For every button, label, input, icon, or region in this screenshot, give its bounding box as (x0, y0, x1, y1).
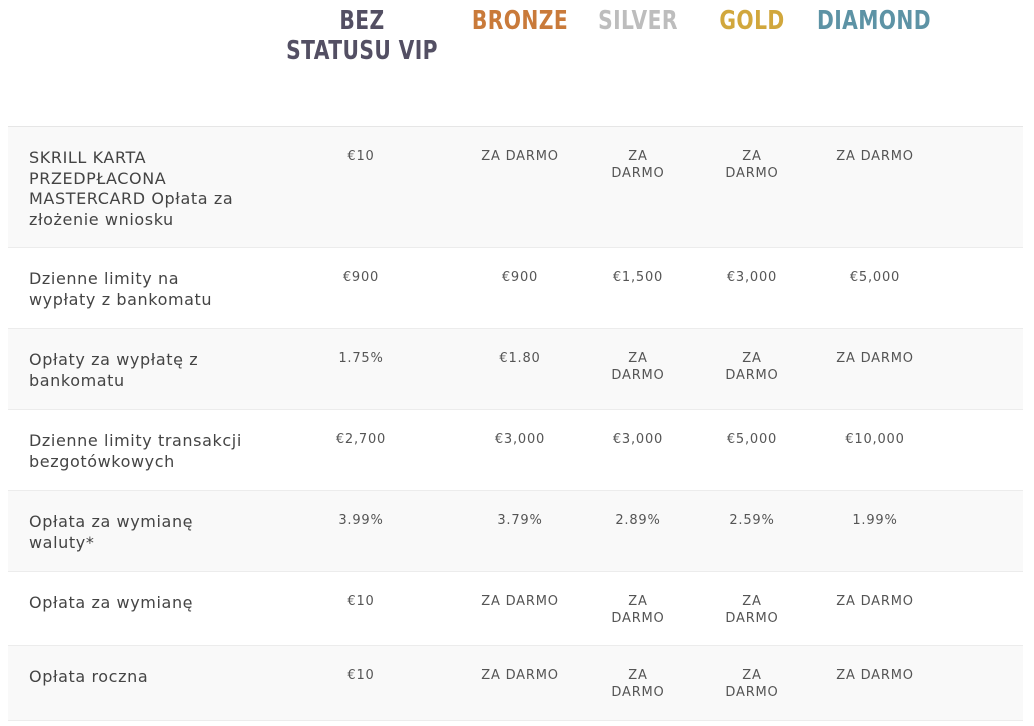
cell-bronze: 3.79% (497, 513, 543, 528)
row-label: SKRILL KARTA PRZEDPŁACONA MASTERCARD Opł… (29, 148, 234, 229)
tier-heading-gold: GOLD (719, 6, 785, 36)
cell-diamond: €5,000 (849, 270, 901, 285)
cell-bronze: €3,000 (494, 432, 546, 447)
cell-bronze: ZA DARMO (481, 149, 559, 164)
table-row: SKRILL KARTA PRZEDPŁACONA MASTERCARD Opł… (8, 127, 1023, 248)
cell-silver: ZA DARMO (611, 594, 665, 626)
cell-no-vip: 3.99% (338, 513, 384, 528)
cell-no-vip: €10 (347, 594, 375, 609)
cell-silver: ZA DARMO (611, 351, 665, 383)
cell-diamond: ZA DARMO (836, 149, 914, 164)
cell-diamond: ZA DARMO (836, 351, 914, 366)
cell-gold: €3,000 (726, 270, 778, 285)
row-label: Opłata za wymianę waluty* (29, 512, 194, 552)
cell-bronze: ZA DARMO (481, 668, 559, 683)
cell-silver: 2.89% (615, 513, 661, 528)
cell-gold: €5,000 (726, 432, 778, 447)
tier-heading-no-vip: BEZ STATUSU VIP (286, 6, 438, 66)
table-row: Dzienne limity na wypłaty z bankomatu €9… (8, 248, 1023, 329)
cell-gold: 2.59% (729, 513, 775, 528)
table-row: Dzienne limity transakcji bezgotówkowych… (8, 410, 1023, 491)
cell-no-vip: €900 (342, 270, 380, 285)
fees-table: SKRILL KARTA PRZEDPŁACONA MASTERCARD Opł… (8, 126, 1023, 721)
cell-gold: ZA DARMO (725, 668, 779, 700)
cell-diamond: ZA DARMO (836, 668, 914, 683)
cell-no-vip: €10 (347, 149, 375, 164)
cell-silver: ZA DARMO (611, 149, 665, 181)
row-label: Opłata roczna (29, 667, 149, 686)
cell-diamond: ZA DARMO (836, 594, 914, 609)
cell-silver: ZA DARMO (611, 668, 665, 700)
cell-gold: ZA DARMO (725, 594, 779, 626)
cell-bronze: €1.80 (499, 351, 541, 366)
row-label: Dzienne limity na wypłaty z bankomatu (29, 269, 213, 309)
cell-silver: €1,500 (612, 270, 664, 285)
table-row: Opłata roczna €10 ZA DARMO ZA DARMO ZA D… (8, 646, 1023, 721)
tier-heading-bronze: BRONZE (471, 6, 569, 36)
tier-heading-silver: SILVER (598, 6, 678, 36)
cell-diamond: €10,000 (845, 432, 905, 447)
cell-diamond: 1.99% (852, 513, 898, 528)
table-row: Opłata za wymianę €10 ZA DARMO ZA DARMO … (8, 572, 1023, 646)
cell-no-vip: €2,700 (335, 432, 387, 447)
cell-no-vip: 1.75% (338, 351, 384, 366)
tier-heading-diamond: DIAMOND (816, 6, 932, 36)
tier-header: BEZ STATUSU VIP BRONZE SILVER GOLD DIAMO… (0, 0, 1034, 126)
row-label: Opłata za wymianę (29, 593, 194, 612)
row-label: Opłaty za wypłatę z bankomatu (29, 350, 199, 390)
table-row: Opłata za wymianę waluty* 3.99% 3.79% 2.… (8, 491, 1023, 572)
cell-gold: ZA DARMO (725, 351, 779, 383)
table-row: Opłaty za wypłatę z bankomatu 1.75% €1.8… (8, 329, 1023, 410)
cell-gold: ZA DARMO (725, 149, 779, 181)
cell-no-vip: €10 (347, 668, 375, 683)
cell-bronze: ZA DARMO (481, 594, 559, 609)
cell-silver: €3,000 (612, 432, 664, 447)
row-label: Dzienne limity transakcji bezgotówkowych (29, 431, 242, 471)
cell-bronze: €900 (501, 270, 539, 285)
